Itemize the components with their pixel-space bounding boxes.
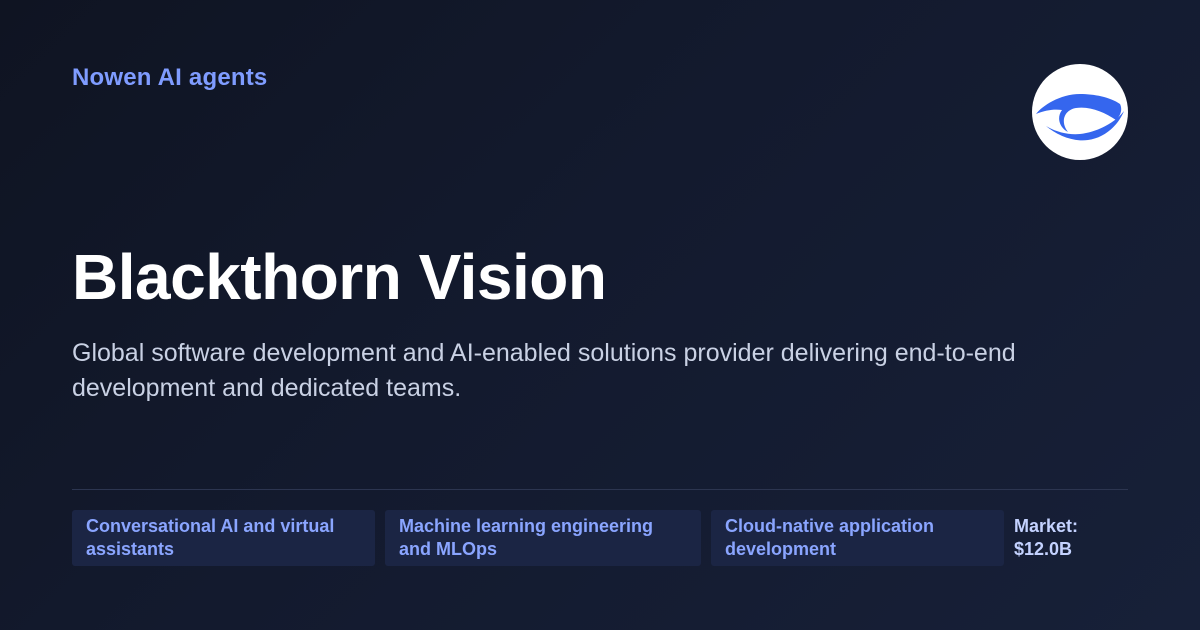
tag-cloud-native: Cloud-native application development: [711, 510, 1004, 566]
tag-list: Conversational AI and virtual assistants…: [72, 510, 1004, 566]
tag-conversational-ai: Conversational AI and virtual assistants: [72, 510, 375, 566]
eye-logo-icon: [1036, 94, 1124, 141]
company-title: Blackthorn Vision: [72, 241, 607, 313]
tag-machine-learning: Machine learning engineering and MLOps: [385, 510, 701, 566]
divider: [72, 489, 1128, 490]
company-logo: [1032, 64, 1128, 160]
market-size: Market: $12.0B: [1014, 515, 1078, 561]
market-label: Market:: [1014, 516, 1079, 536]
company-description: Global software development and AI-enabl…: [72, 339, 1016, 402]
market-value: $12.0B: [1014, 539, 1073, 559]
brand-label: Nowen AI agents: [72, 64, 268, 91]
